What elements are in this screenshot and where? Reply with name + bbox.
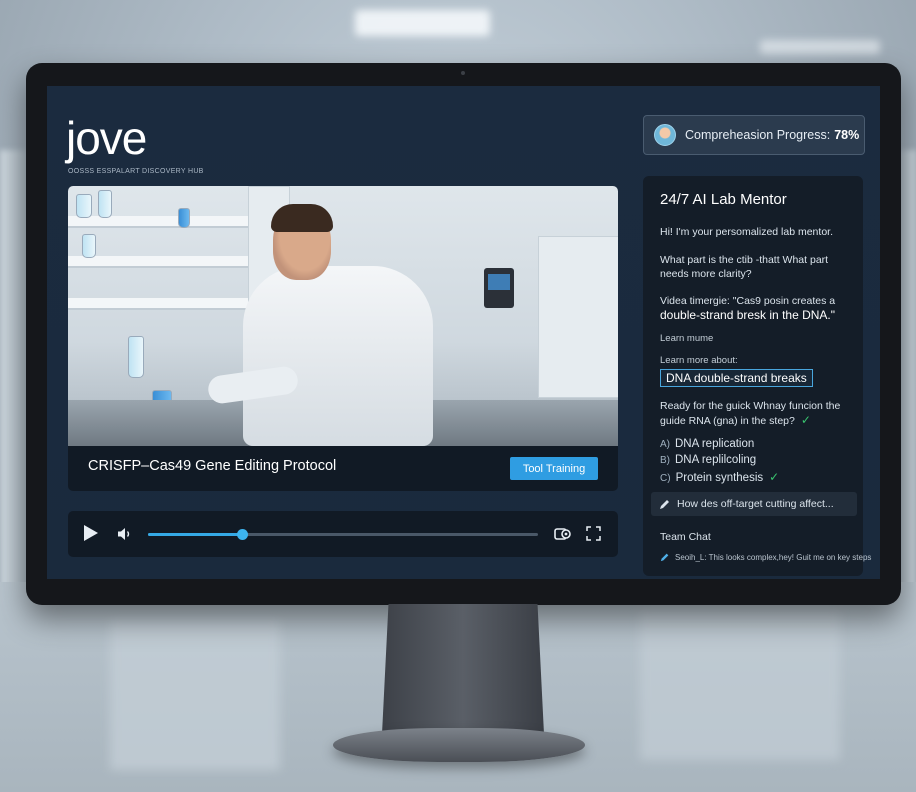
volume-icon[interactable]: [117, 527, 133, 541]
play-icon[interactable]: [84, 525, 98, 541]
option-text: DNA replilcoling: [675, 454, 757, 466]
timestamp-quote: double-strand bresk in the DNA.": [660, 308, 836, 322]
ai-mentor-panel: 24/7 AI Lab Mentor Hi! I'm your persomal…: [643, 176, 871, 576]
check-icon: ✓: [800, 413, 811, 427]
mentor-greeting: Hi! I'm your persomalized lab mentor.: [660, 226, 833, 238]
video-player-controls: [68, 511, 618, 557]
progress-value: 78%: [834, 128, 860, 142]
playback-fill: [148, 533, 242, 536]
quiz-question: Ready for the guick Whnay funcion the gu…: [660, 399, 855, 428]
check-icon: ✓: [769, 470, 780, 484]
settings-icon[interactable]: [554, 525, 572, 543]
ceiling-light: [760, 40, 880, 54]
app-screen: jove OOSSS ESSPALART DISCOVERY HUB Compr…: [47, 86, 880, 579]
progress-label: Compreheasion Progress:: [685, 128, 831, 142]
learn-mume-label: Learn mume: [660, 333, 714, 344]
webcam: [461, 71, 465, 75]
pencil-icon: [660, 553, 669, 562]
fullscreen-icon[interactable]: [586, 526, 601, 541]
monitor-stand-neck: [382, 604, 544, 734]
team-chat-message[interactable]: Seoih_L: This looks complex,hey! Guit me…: [660, 552, 871, 562]
mentor-prompt: What part is the ctib -thatt What part n…: [660, 254, 829, 280]
option-text: DNA replication: [675, 438, 755, 450]
timestamp-line: Videa timergie: "Cas9 posin creates a: [660, 295, 836, 307]
playback-track[interactable]: [148, 529, 538, 540]
tool-training-button[interactable]: Tool Training: [510, 457, 598, 480]
comprehension-progress: Compreheasion Progress: 78%: [643, 115, 865, 155]
logo-tagline: OOSSS ESSPALART DISCOVERY HUB: [68, 168, 204, 175]
option-letter: A): [660, 439, 670, 450]
quiz-question-text: Ready for the guick Whnay funcion the gu…: [660, 400, 841, 427]
option-letter: C): [660, 473, 671, 484]
pencil-icon: [660, 500, 669, 509]
mentor-title: 24/7 AI Lab Mentor: [660, 191, 787, 208]
jove-logo[interactable]: jove: [66, 115, 147, 161]
scene-instrument-screen: [488, 274, 510, 290]
ask-mentor-input[interactable]: How des off-target cutting affect...: [651, 492, 857, 516]
video-title: CRISFP–Cas49 Gene Editing Protocol: [88, 458, 337, 474]
scene-bottle: [178, 208, 190, 228]
option-letter: B): [660, 455, 670, 466]
topic-link[interactable]: DNA double-strand breaks: [660, 369, 813, 387]
scene-cabinet: [538, 236, 618, 398]
scene-bottle: [128, 336, 144, 378]
scientist-hair: [271, 204, 333, 232]
team-chat-label: Team Chat: [660, 531, 711, 543]
quiz-option-b[interactable]: B) DNA replilcoling: [660, 454, 756, 466]
scene-bottle: [76, 194, 92, 218]
ask-placeholder: How des off-target cutting affect...: [677, 498, 834, 510]
playback-handle[interactable]: [236, 529, 248, 540]
monitor: jove OOSSS ESSPALART DISCOVERY HUB Compr…: [26, 63, 901, 605]
video-card: CRISFP–Cas49 Gene Editing Protocol Tool …: [68, 186, 618, 491]
background-bench: [110, 620, 280, 770]
scene-shelf: [68, 256, 248, 268]
scene-bottle: [98, 190, 112, 218]
ceiling-light: [355, 10, 490, 36]
learn-more-label: Learn more about:: [660, 355, 738, 366]
monitor-stand-base: [333, 728, 585, 762]
mentor-timestamp-line: Videa timergie: "Cas9 posin creates a do…: [660, 294, 855, 323]
background-bench: [640, 610, 840, 760]
scene-shelf: [68, 298, 248, 310]
scientist-coat: [243, 266, 433, 446]
scene-shelf: [68, 216, 248, 228]
option-text: Protein synthesis: [675, 472, 764, 484]
video-frame[interactable]: [68, 186, 618, 446]
avatar[interactable]: [654, 124, 676, 146]
scene-bottle: [82, 234, 96, 258]
quiz-option-a[interactable]: A) DNA replication: [660, 438, 754, 450]
quiz-option-c[interactable]: C) Protein synthesis ✓: [660, 470, 779, 484]
team-chat-text: Seoih_L: This looks complex,hey! Guit me…: [675, 552, 872, 562]
